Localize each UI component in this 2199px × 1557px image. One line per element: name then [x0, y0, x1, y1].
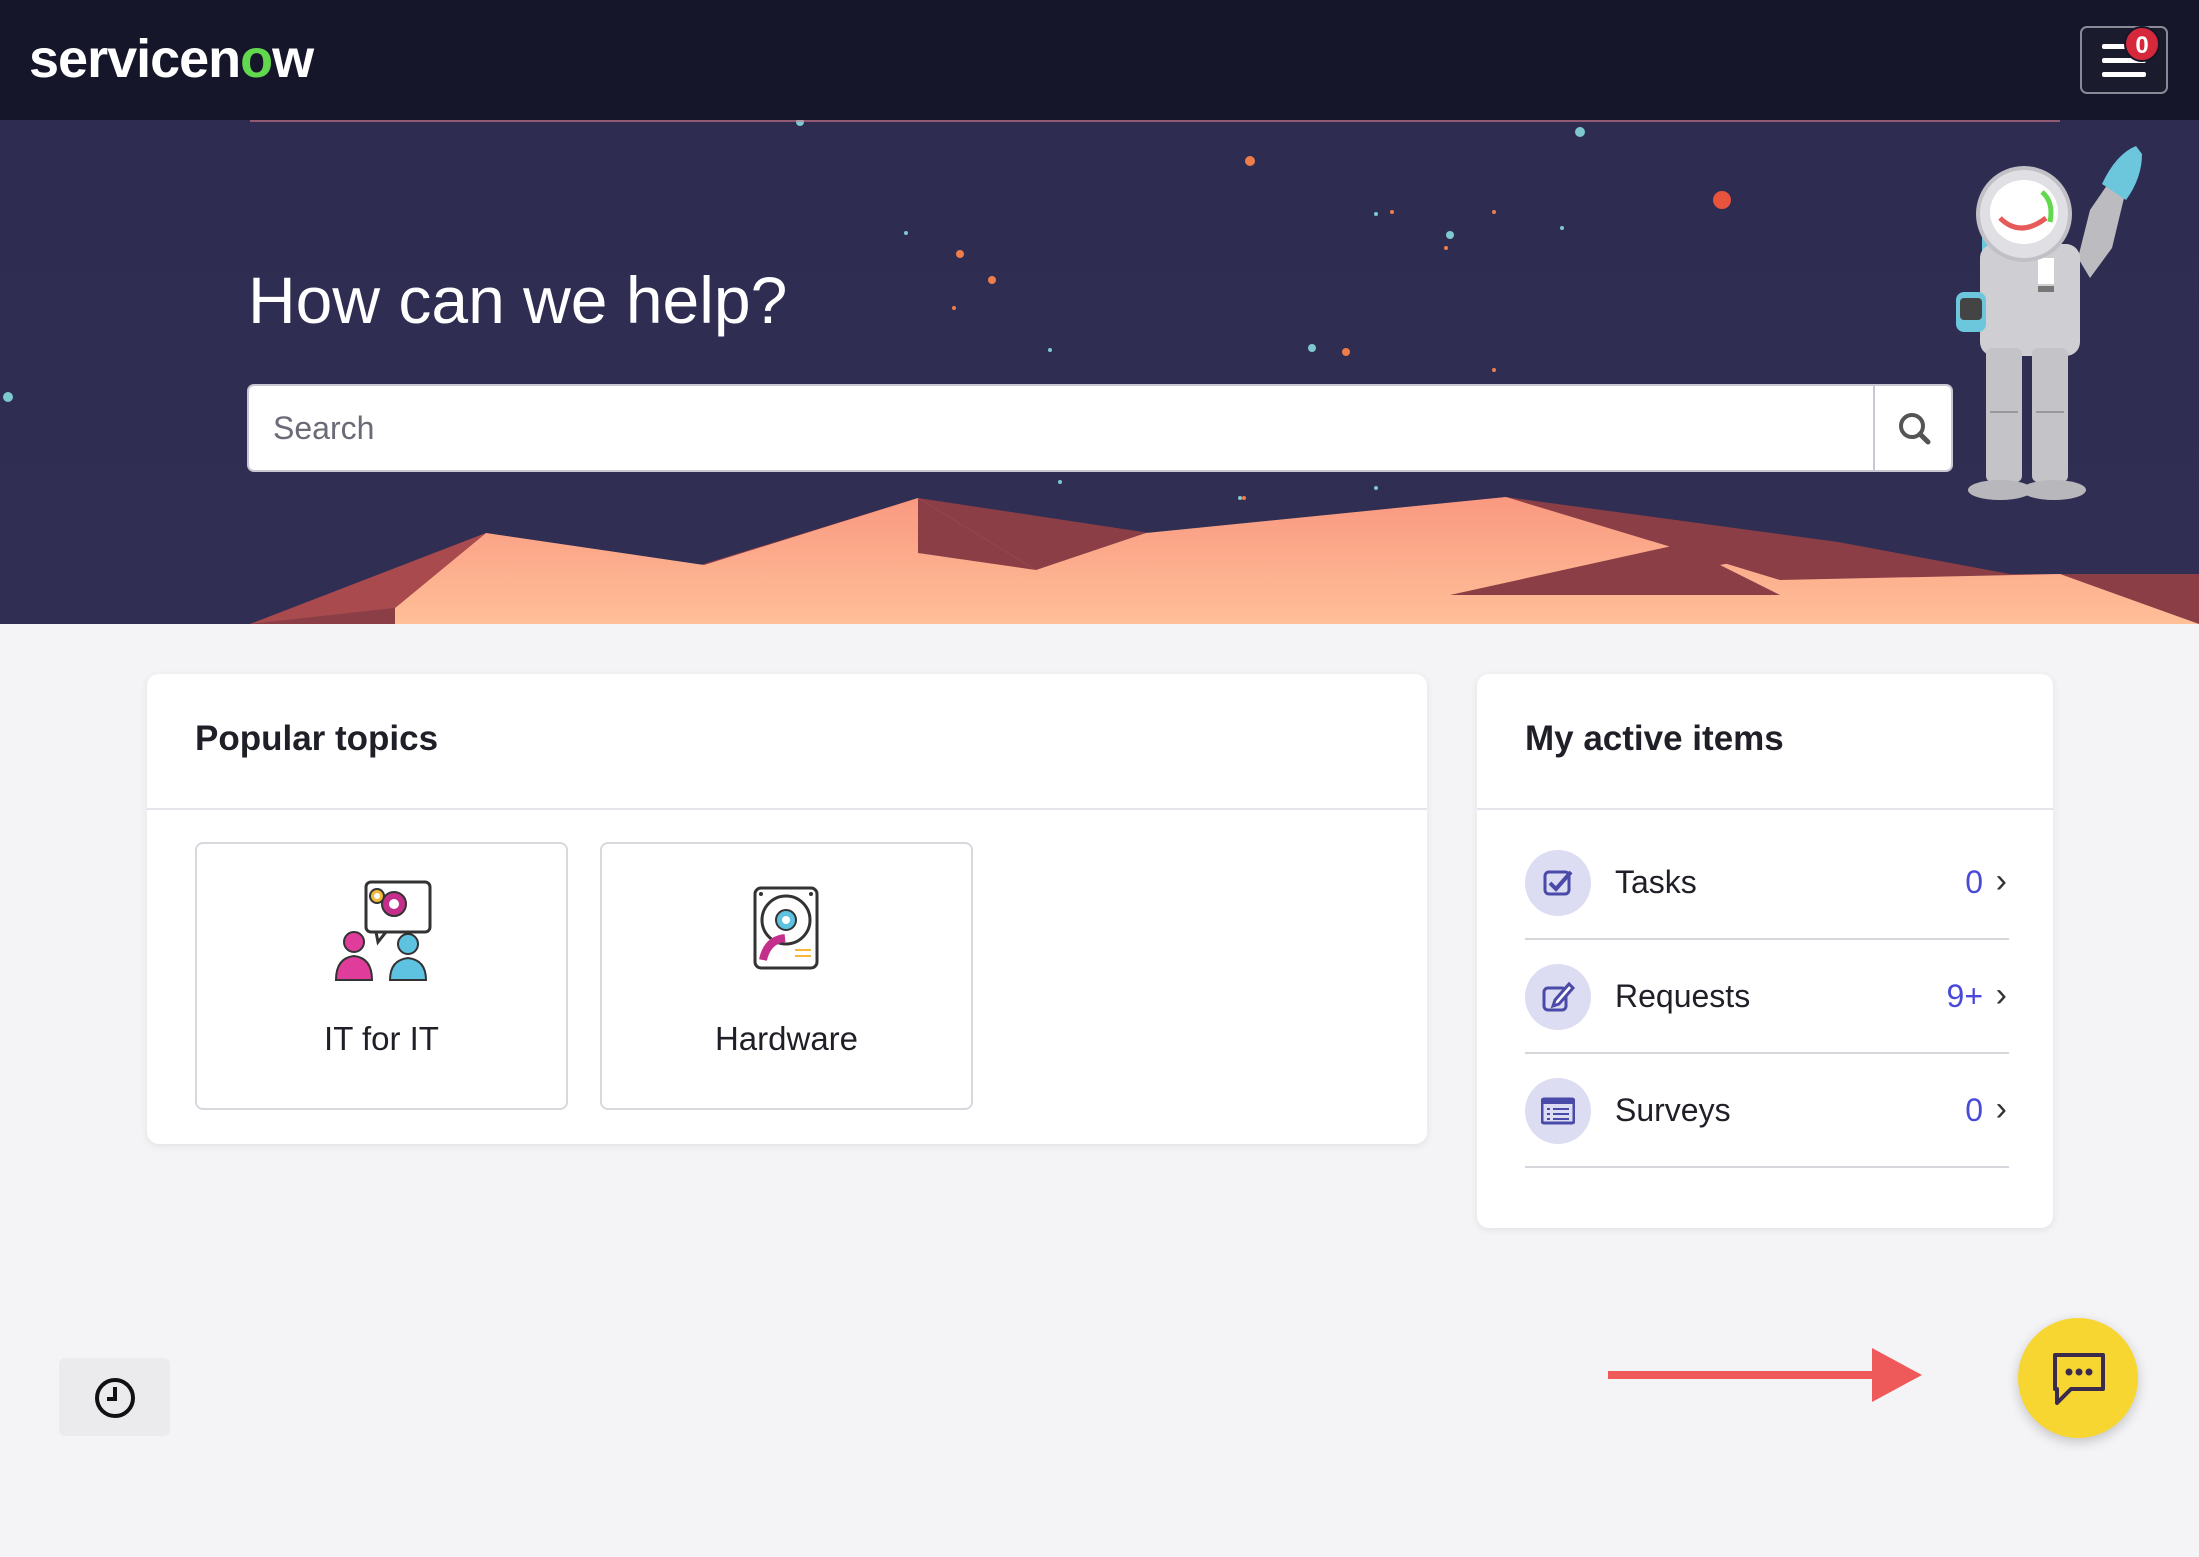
annotation-arrow-icon — [1608, 1348, 1922, 1402]
astronaut-illustration — [1956, 146, 2142, 500]
hero-banner: How can we help? — [0, 120, 2199, 624]
surveys-icon-circle — [1525, 1078, 1591, 1144]
active-item-label: Tasks — [1615, 864, 1697, 900]
topic-tile-hardware[interactable]: Hardware — [600, 842, 973, 1110]
hard-drive-icon — [753, 886, 819, 970]
topic-tile-it-for-it[interactable]: IT for IT — [195, 842, 568, 1110]
row-divider — [1525, 1166, 2009, 1168]
tasks-icon-circle — [1525, 850, 1591, 916]
topic-label: IT for IT — [324, 1020, 439, 1057]
hero-heading: How can we help? — [248, 263, 788, 337]
edit-icon — [1542, 981, 1575, 1012]
chevron-right-icon: › — [1995, 862, 2007, 900]
active-item-label: Requests — [1615, 978, 1751, 1014]
chat-button[interactable] — [2018, 1318, 2138, 1438]
list-icon — [1541, 1097, 1575, 1125]
topic-label: Hardware — [714, 1020, 859, 1057]
my-active-items-title: My active items — [1525, 719, 1784, 758]
clock-icon — [95, 1378, 135, 1418]
logo-text-o: o — [240, 29, 273, 89]
chevron-right-icon: › — [1995, 1090, 2007, 1128]
checkbox-icon — [1543, 870, 1573, 896]
active-item-requests[interactable]: Requests 9+ › — [1525, 940, 2009, 1054]
top-navigation-bar: servicenow 0 — [0, 0, 2199, 120]
card-divider — [1477, 808, 2053, 810]
popular-topics-card: Popular topics IT for IT Hardware — [147, 674, 1427, 1144]
card-divider — [147, 808, 1427, 810]
active-item-count: 9+ — [1946, 978, 1983, 1014]
chat-icon — [2053, 1353, 2105, 1405]
notification-count-badge: 0 — [2124, 26, 2160, 62]
logo-text-w: w — [272, 29, 314, 89]
active-item-surveys[interactable]: Surveys 0 › — [1525, 1054, 2009, 1168]
active-item-count: 0 — [1965, 864, 1983, 900]
history-button[interactable] — [59, 1358, 170, 1436]
people-gears-icon — [334, 880, 432, 981]
search-bar — [247, 384, 1953, 472]
hamburger-bar — [2102, 72, 2146, 77]
search-input[interactable] — [249, 386, 1871, 470]
mountain-landscape-illustration — [3, 120, 2199, 624]
active-item-count: 0 — [1965, 1092, 1983, 1128]
requests-icon-circle — [1525, 964, 1591, 1030]
logo-text: servicen — [29, 29, 241, 89]
chevron-right-icon: › — [1995, 976, 2007, 1014]
servicenow-logo[interactable]: servicenow — [29, 22, 314, 96]
popular-topics-title: Popular topics — [195, 719, 439, 758]
active-item-tasks[interactable]: Tasks 0 › — [1525, 826, 2009, 940]
my-active-items-card: My active items Tasks 0 › Requests 9+ › — [1477, 674, 2053, 1228]
active-item-label: Surveys — [1615, 1092, 1731, 1128]
